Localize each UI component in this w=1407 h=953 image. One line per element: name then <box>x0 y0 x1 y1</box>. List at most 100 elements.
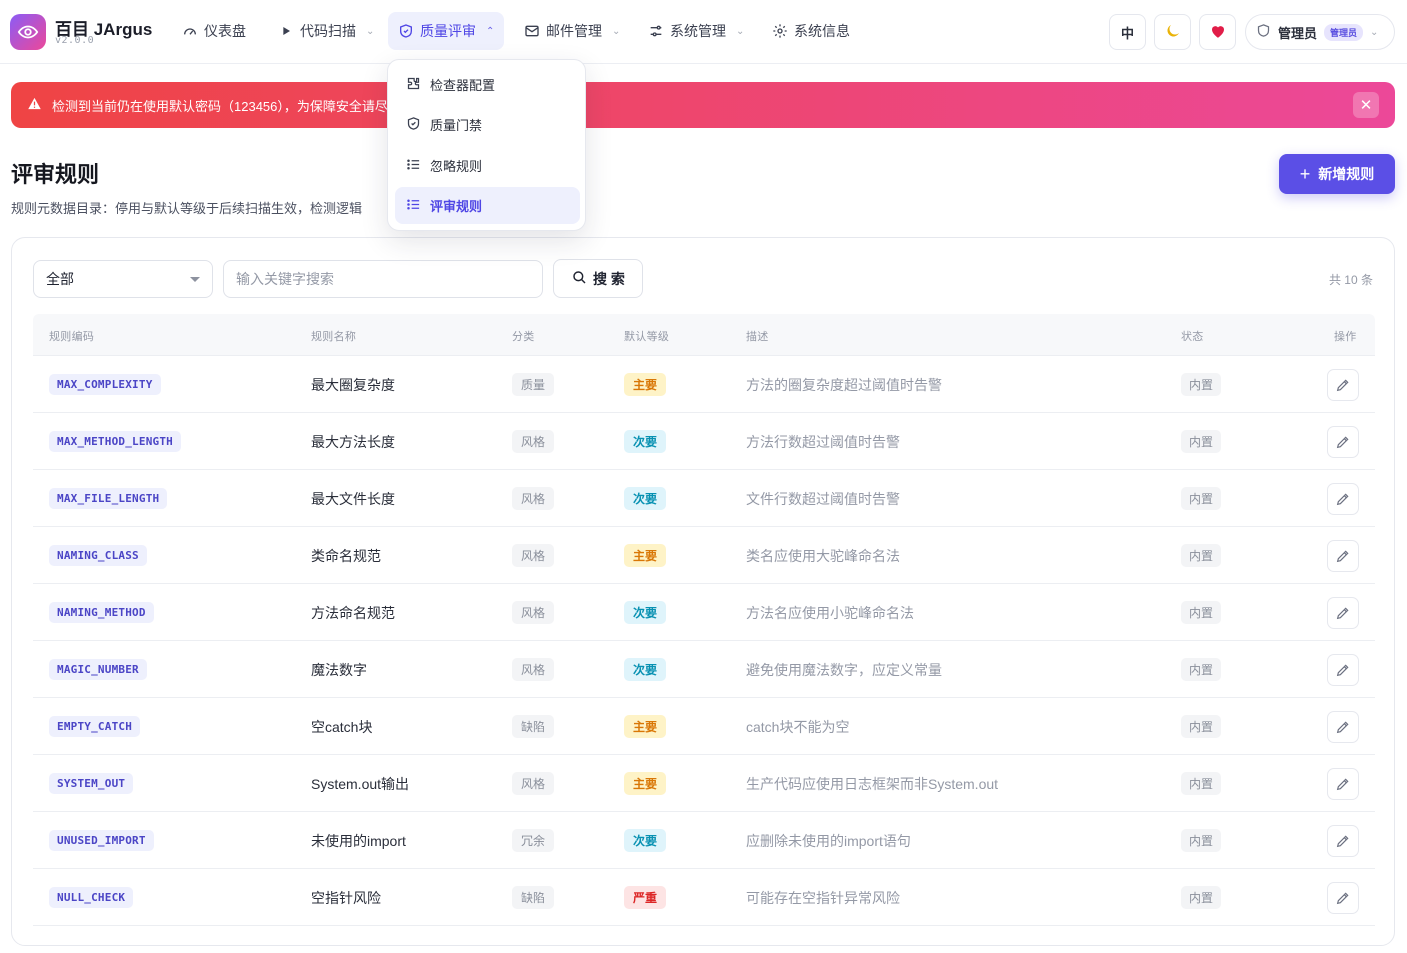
level-tag: 次要 <box>624 430 667 453</box>
search-input[interactable] <box>223 260 543 298</box>
rule-name: 未使用的import <box>311 832 406 849</box>
level-tag: 次要 <box>624 601 667 624</box>
warning-icon <box>27 96 42 114</box>
menu-item-review-rules[interactable]: 评审规则 <box>395 187 580 224</box>
page-title: 评审规则 <box>11 162 100 187</box>
eye-logo-icon[interactable] <box>10 14 46 50</box>
user-role-badge: 管理员 <box>1324 23 1364 41</box>
status-tag: 内置 <box>1181 430 1222 453</box>
pencil-icon <box>1335 833 1351 849</box>
level-tag: 次要 <box>624 658 667 681</box>
alert-text: 检测到当前仍在使用默认密码（123456），为保障安全请尽 <box>52 98 388 114</box>
nav-dashboard[interactable]: 仪表盘 <box>172 12 256 50</box>
rule-description: 类名应使用大驼峰命名法 <box>746 547 900 564</box>
edit-button[interactable] <box>1327 710 1359 743</box>
rule-name: 类命名规范 <box>311 547 381 564</box>
col-name: 规则名称 <box>311 331 357 343</box>
nav-system-info[interactable]: 系统信息 <box>762 12 860 50</box>
menu-item-quality-gate[interactable]: 质量门禁 <box>395 106 580 143</box>
category-tag: 风格 <box>512 601 555 624</box>
rule-description: 方法名应使用小驼峰命名法 <box>746 604 914 621</box>
category-tag: 风格 <box>512 544 555 567</box>
edit-button[interactable] <box>1327 539 1359 572</box>
shield-icon <box>1256 23 1271 41</box>
shield-icon <box>398 23 414 39</box>
gauge-icon <box>182 23 198 39</box>
col-status: 状态 <box>1181 331 1204 343</box>
edit-button[interactable] <box>1327 767 1359 800</box>
user-name: 管理员 <box>1278 25 1318 41</box>
edit-button[interactable] <box>1327 653 1359 686</box>
category-tag: 缺陷 <box>512 715 555 738</box>
nav-code-scan[interactable]: 代码扫描 ⌄ <box>268 12 384 50</box>
edit-button[interactable] <box>1327 596 1359 629</box>
theme-toggle-button[interactable] <box>1154 14 1191 50</box>
status-tag: 内置 <box>1181 373 1222 396</box>
search-button[interactable]: 搜 索 <box>553 259 643 298</box>
menu-item-ignore-rules[interactable]: 忽略规则 <box>395 147 580 184</box>
rule-description: 文件行数超过阈值时告警 <box>746 490 900 507</box>
rule-code: EMPTY_CATCH <box>49 716 141 737</box>
chevron-down-icon: ⌄ <box>1370 26 1379 38</box>
gear-icon <box>772 23 788 39</box>
rule-code: MAX_COMPLEXITY <box>49 374 161 395</box>
status-tag: 内置 <box>1181 886 1222 909</box>
rule-description: catch块不能为空 <box>746 718 850 735</box>
rule-code: MAX_FILE_LENGTH <box>49 488 168 509</box>
rule-code: UNUSED_IMPORT <box>49 830 154 851</box>
favorite-button[interactable] <box>1199 14 1236 50</box>
edit-button[interactable] <box>1327 368 1359 401</box>
category-tag: 风格 <box>512 430 555 453</box>
shield-icon <box>406 116 421 134</box>
quality-review-dropdown: 检查器配置 质量门禁 忽略规则 评审规则 <box>387 59 586 231</box>
mail-icon <box>524 23 540 39</box>
edit-button[interactable] <box>1327 482 1359 515</box>
category-tag: 风格 <box>512 772 555 795</box>
col-category: 分类 <box>512 331 535 343</box>
status-tag: 内置 <box>1181 772 1222 795</box>
pencil-icon <box>1335 377 1351 393</box>
category-select[interactable]: 全部 <box>33 260 213 298</box>
nav-label: 邮件管理 <box>546 23 602 39</box>
pencil-icon <box>1335 890 1351 906</box>
table-row: MAX_FILE_LENGTH 最大文件长度 风格 次要 文件行数超过阈值时告警 内置 <box>33 470 1375 527</box>
nav-label: 系统管理 <box>670 23 726 39</box>
menu-item-label: 质量门禁 <box>430 118 483 133</box>
level-tag: 主要 <box>624 715 667 738</box>
plus-icon: + <box>1299 163 1311 184</box>
rule-code: NULL_CHECK <box>49 887 134 908</box>
rule-description: 避免使用魔法数字，应定义常量 <box>746 661 942 678</box>
rule-code: MAGIC_NUMBER <box>49 659 147 680</box>
table-row: SYSTEM_OUT System.out输出 风格 主要 生产代码应使用日志框架而非S… <box>33 755 1375 812</box>
table-body: MAX_COMPLEXITY 最大圈复杂度 质量 主要 方法的圈复杂度超过阈值时告警 内置… <box>33 356 1375 926</box>
language-toggle-button[interactable]: 中 <box>1109 14 1146 50</box>
language-label: 中 <box>1120 25 1134 41</box>
search-icon <box>571 269 587 288</box>
table-row: NAMING_CLASS 类命名规范 风格 主要 类名应使用大驼峰命名法 内置 <box>33 527 1375 584</box>
menu-item-checker-config[interactable]: 检查器配置 <box>395 66 580 103</box>
edit-button[interactable] <box>1327 824 1359 857</box>
col-level: 默认等级 <box>624 331 670 343</box>
pencil-icon <box>1335 776 1351 792</box>
rule-description: 生产代码应使用日志框架而非System.out <box>746 775 999 792</box>
nav-quality-review[interactable]: 质量评审 ⌃ <box>388 12 505 50</box>
edit-button[interactable] <box>1327 425 1359 458</box>
status-tag: 内置 <box>1181 601 1222 624</box>
category-tag: 风格 <box>512 658 555 681</box>
close-icon[interactable]: ✕ <box>1353 92 1379 118</box>
rule-name: System.out输出 <box>311 775 410 792</box>
nav-mail[interactable]: 邮件管理 ⌄ <box>514 12 630 50</box>
edit-button[interactable] <box>1327 881 1359 914</box>
menu-item-label: 检查器配置 <box>430 78 496 93</box>
nav-label: 代码扫描 <box>300 23 356 39</box>
rule-code: SYSTEM_OUT <box>49 773 134 794</box>
user-menu[interactable]: 管理员 管理员 ⌄ <box>1245 14 1395 50</box>
heart-icon <box>1209 22 1227 43</box>
add-rule-button[interactable]: + 新增规则 <box>1279 154 1395 194</box>
app-version: v2.0.0 <box>55 35 95 46</box>
category-tag: 冗余 <box>512 829 555 852</box>
nav-system-admin[interactable]: 系统管理 ⌄ <box>638 12 754 50</box>
table-row: UNUSED_IMPORT 未使用的import 冗余 次要 应删除未使用的import… <box>33 812 1375 869</box>
rule-description: 方法行数超过阈值时告警 <box>746 433 900 450</box>
category-tag: 风格 <box>512 487 555 510</box>
